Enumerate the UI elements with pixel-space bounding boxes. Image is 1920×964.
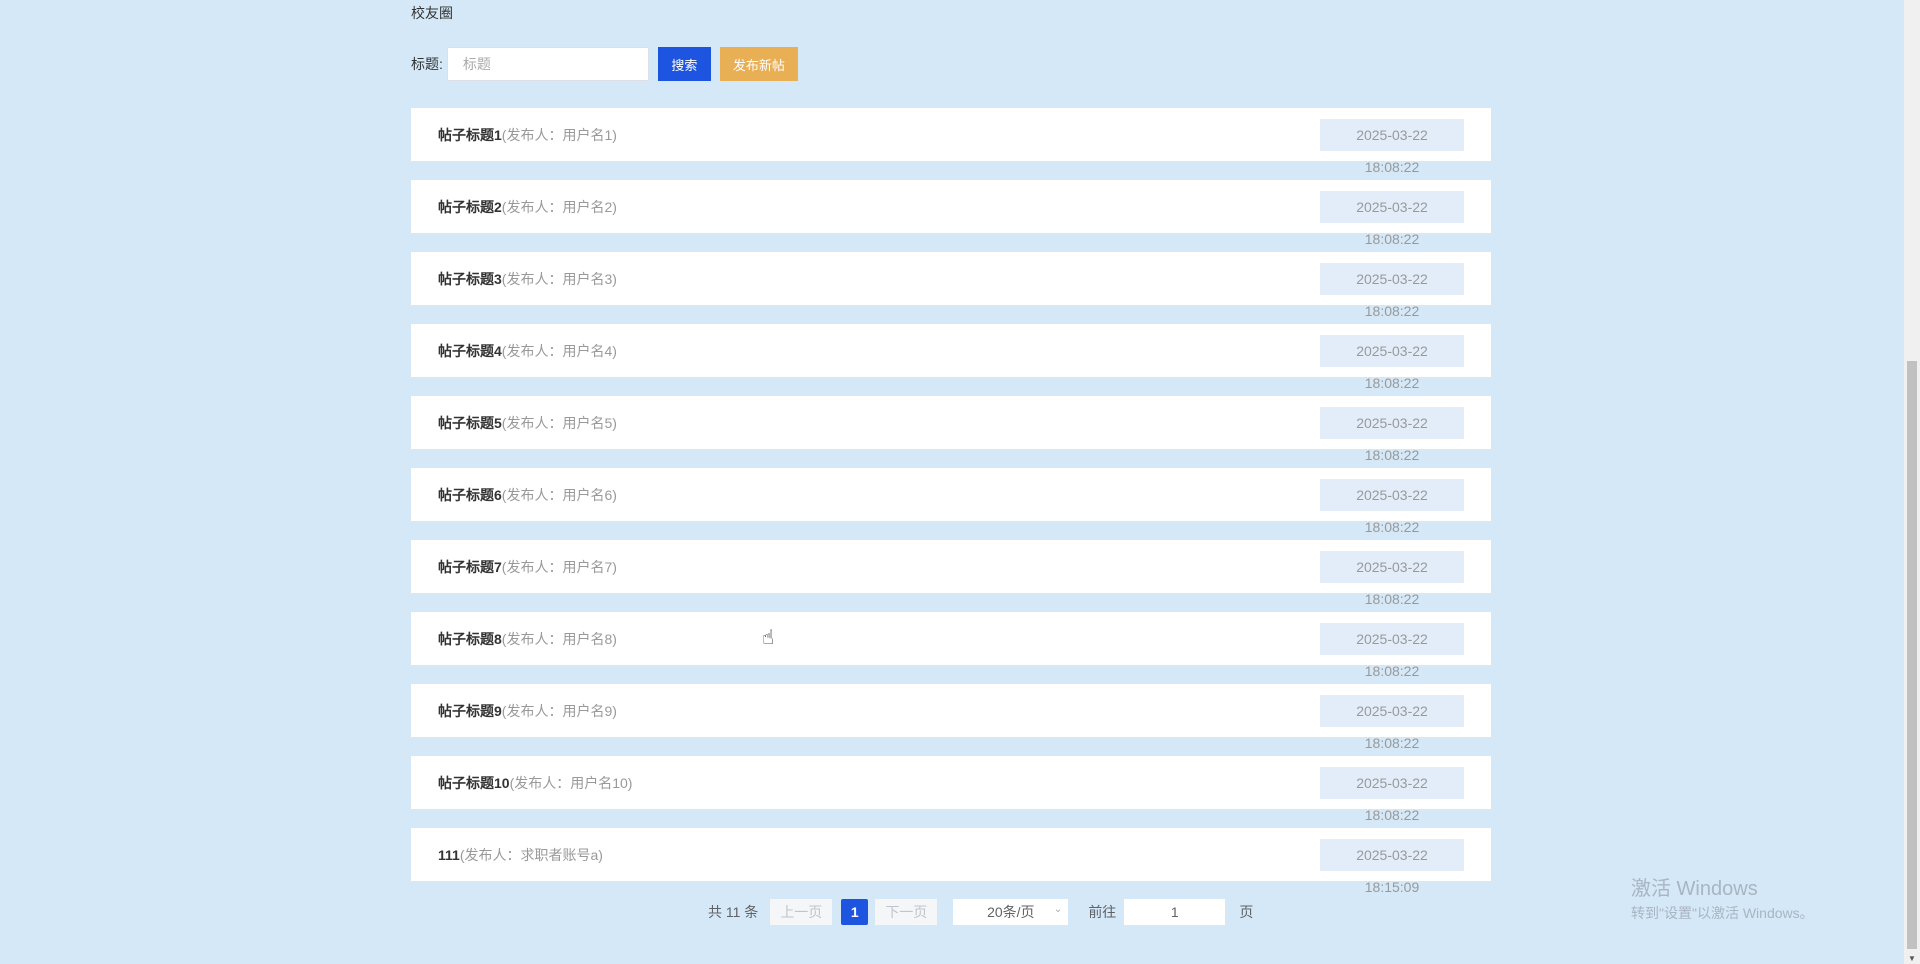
post-author: (发布人：用户名5) <box>501 414 617 431</box>
post-item[interactable]: 帖子标题8(发布人：用户名8) 2025-03-22 18:08:22 <box>411 612 1491 679</box>
post-item[interactable]: 帖子标题3(发布人：用户名3) 2025-03-22 18:08:22 <box>411 252 1491 319</box>
post-date: 2025-03-22 18:08:22 <box>1320 334 1464 391</box>
post-item[interactable]: 帖子标题2(发布人：用户名2) 2025-03-22 18:08:22 <box>411 180 1491 247</box>
goto-label: 前往 <box>1088 904 1117 920</box>
post-author: (发布人：用户名3) <box>501 270 617 287</box>
post-date: 2025-03-22 18:08:22 <box>1320 190 1464 247</box>
post-heading: 帖子标题3(发布人：用户名3) <box>438 269 617 289</box>
post-title[interactable]: 111 <box>438 847 460 863</box>
post-date: 2025-03-22 18:08:22 <box>1320 622 1464 679</box>
hand-cursor-icon: ☝ <box>762 627 775 649</box>
post-item[interactable]: 帖子标题9(发布人：用户名9) 2025-03-22 18:08:22 <box>411 684 1491 751</box>
post-heading: 帖子标题2(发布人：用户名2) <box>438 197 617 217</box>
post-author: (发布人：用户名9) <box>501 702 617 719</box>
post-title[interactable]: 帖子标题5 <box>438 415 502 431</box>
post-item[interactable]: 帖子标题1(发布人：用户名1) 2025-03-22 18:08:22 <box>411 108 1491 175</box>
page-1-button[interactable]: 1 <box>841 899 869 925</box>
post-heading: 帖子标题9(发布人：用户名9) <box>438 701 617 721</box>
post-author: (发布人：用户名2) <box>501 198 617 215</box>
post-title[interactable]: 帖子标题2 <box>438 199 502 215</box>
title-label: 标题: <box>411 56 443 72</box>
post-item[interactable]: 帖子标题5(发布人：用户名5) 2025-03-22 18:08:22 <box>411 396 1491 463</box>
post-author: (发布人：用户名8) <box>501 630 617 647</box>
post-title[interactable]: 帖子标题7 <box>438 559 502 575</box>
post-title[interactable]: 帖子标题9 <box>438 703 502 719</box>
post-title[interactable]: 帖子标题1 <box>438 127 502 143</box>
post-item[interactable]: 帖子标题6(发布人：用户名6) 2025-03-22 18:08:22 <box>411 468 1491 535</box>
post-heading: 帖子标题4(发布人：用户名4) <box>438 341 617 361</box>
post-item[interactable]: 帖子标题10(发布人：用户名10) 2025-03-22 18:08:22 <box>411 756 1491 823</box>
post-title[interactable]: 帖子标题8 <box>438 631 502 647</box>
post-heading: 111(发布人：求职者账号a) <box>438 845 603 865</box>
new-post-button[interactable]: 发布新帖 <box>719 47 798 81</box>
prev-page-button[interactable]: 上一页 <box>770 899 833 925</box>
scroll-down-arrow-icon[interactable]: ▼ <box>1908 954 1916 963</box>
page-suffix: 页 <box>1239 904 1254 920</box>
post-item[interactable]: 帖子标题4(发布人：用户名4) 2025-03-22 18:08:22 <box>411 324 1491 391</box>
title-search-input[interactable] <box>446 47 649 81</box>
post-date: 2025-03-22 18:08:22 <box>1320 406 1464 463</box>
post-item[interactable]: 111(发布人：求职者账号a) 2025-03-22 18:15:09 <box>411 828 1491 895</box>
search-button[interactable]: 搜索 <box>657 47 711 81</box>
post-title[interactable]: 帖子标题4 <box>438 343 502 359</box>
page-size-select[interactable]: 20条/页 ⌄ <box>953 899 1069 925</box>
vertical-scrollbar[interactable]: ▼ <box>1904 0 1920 964</box>
post-heading: 帖子标题1(发布人：用户名1) <box>438 125 617 145</box>
scrollbar-thumb[interactable] <box>1907 361 1917 949</box>
post-list: 帖子标题1(发布人：用户名1) 2025-03-22 18:08:22 帖子标题2(… <box>411 108 1491 900</box>
post-date: 2025-03-22 18:08:22 <box>1320 118 1464 175</box>
post-heading: 帖子标题6(发布人：用户名6) <box>438 485 617 505</box>
post-date: 2025-03-22 18:08:22 <box>1320 694 1464 751</box>
post-author: (发布人：用户名1) <box>501 126 617 143</box>
watermark-line2: 转到"设置"以激活 Windows。 <box>1631 905 1814 921</box>
post-title[interactable]: 帖子标题10 <box>438 775 510 791</box>
total-count: 共 11 条 <box>708 904 759 920</box>
post-date: 2025-03-22 18:08:22 <box>1320 262 1464 319</box>
post-author: (发布人：用户名7) <box>501 558 617 575</box>
post-date: 2025-03-22 18:08:22 <box>1320 550 1464 607</box>
search-bar: 标题: 搜索 发布新帖 <box>411 47 798 81</box>
post-item[interactable]: 帖子标题7(发布人：用户名7) 2025-03-22 18:08:22 <box>411 540 1491 607</box>
page-size-value: 20条/页 <box>987 904 1035 920</box>
windows-activation-watermark: 激活 Windows 转到"设置"以激活 Windows。 <box>1631 872 1814 923</box>
post-date: 2025-03-22 18:08:22 <box>1320 478 1464 535</box>
post-title[interactable]: 帖子标题6 <box>438 487 502 503</box>
watermark-line1: 激活 Windows <box>1631 878 1758 900</box>
post-author: (发布人：用户名4) <box>501 342 617 359</box>
goto-page-input[interactable] <box>1124 899 1226 925</box>
post-heading: 帖子标题5(发布人：用户名5) <box>438 413 617 433</box>
post-date: 2025-03-22 18:15:09 <box>1320 838 1464 895</box>
post-author: (发布人：用户名6) <box>501 486 617 503</box>
chevron-down-icon: ⌄ <box>1053 904 1063 915</box>
post-author: (发布人：求职者账号a) <box>459 846 603 863</box>
pagination: 共 11 条 上一页 1 下一页 20条/页 ⌄ 前往 页 <box>708 899 1253 925</box>
page-title: 校友圈 <box>411 5 453 21</box>
post-heading: 帖子标题7(发布人：用户名7) <box>438 557 617 577</box>
post-title[interactable]: 帖子标题3 <box>438 271 502 287</box>
post-date: 2025-03-22 18:08:22 <box>1320 766 1464 823</box>
next-page-button[interactable]: 下一页 <box>875 899 938 925</box>
post-heading: 帖子标题8(发布人：用户名8) <box>438 629 617 649</box>
post-heading: 帖子标题10(发布人：用户名10) <box>438 773 632 793</box>
post-author: (发布人：用户名10) <box>509 774 633 791</box>
